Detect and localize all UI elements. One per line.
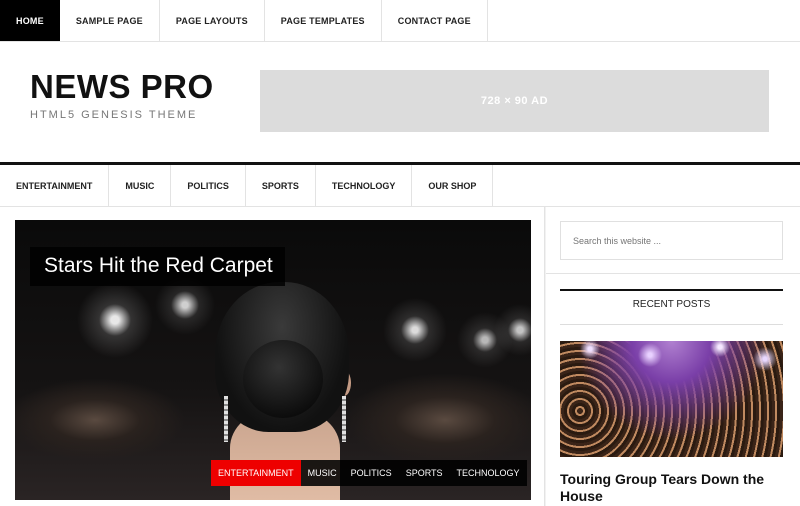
top-nav-item-home[interactable]: HOME xyxy=(0,0,60,41)
slide-image-detail xyxy=(342,396,346,442)
category-nav-item-music[interactable]: MUSIC xyxy=(109,165,172,206)
site-title[interactable]: NEWS PRO xyxy=(30,68,214,106)
main-content: Stars Hit the Red Carpet ENTERTAINMENT M… xyxy=(0,207,545,506)
top-navigation: HOME SAMPLE PAGE PAGE LAYOUTS PAGE TEMPL… xyxy=(0,0,800,42)
category-nav-item-technology[interactable]: TECHNOLOGY xyxy=(316,165,413,206)
sidebar-divider xyxy=(546,273,800,274)
recent-posts-rule xyxy=(560,324,783,325)
site-header: NEWS PRO HTML5 GENESIS THEME 728 × 90 AD xyxy=(0,42,800,162)
recent-posts-heading: RECENT POSTS xyxy=(632,299,711,310)
slide-image-detail xyxy=(243,340,323,418)
recent-posts-top-rule xyxy=(560,289,783,291)
slide-tag-music[interactable]: MUSIC xyxy=(300,460,344,486)
sidebar: RECENT POSTS Touring Group Tears Down th… xyxy=(546,207,800,506)
top-nav-item-page-layouts[interactable]: PAGE LAYOUTS xyxy=(160,0,265,41)
slide-category-tags: ENTERTAINMENT MUSIC POLITICS SPORTS TECH… xyxy=(211,460,527,486)
category-nav-item-sports[interactable]: SPORTS xyxy=(246,165,316,206)
slide-tag-politics[interactable]: POLITICS xyxy=(343,460,399,486)
slide-image-detail xyxy=(224,396,228,442)
category-nav-item-entertainment[interactable]: ENTERTAINMENT xyxy=(0,165,110,206)
ad-banner[interactable]: 728 × 90 AD xyxy=(260,70,769,132)
top-nav-item-page-templates[interactable]: PAGE TEMPLATES xyxy=(265,0,382,41)
site-description: HTML5 GENESIS THEME xyxy=(30,109,198,121)
category-nav-item-politics[interactable]: POLITICS xyxy=(171,165,246,206)
category-nav-item-our-shop[interactable]: OUR SHOP xyxy=(412,165,494,206)
category-navigation: ENTERTAINMENT MUSIC POLITICS SPORTS TECH… xyxy=(0,165,800,207)
top-nav-item-sample-page[interactable]: SAMPLE PAGE xyxy=(60,0,160,41)
featured-slider[interactable]: Stars Hit the Red Carpet ENTERTAINMENT M… xyxy=(15,220,531,500)
slide-title[interactable]: Stars Hit the Red Carpet xyxy=(30,247,285,286)
recent-post-title[interactable]: Touring Group Tears Down the House xyxy=(560,471,790,505)
slide-tag-technology[interactable]: TECHNOLOGY xyxy=(449,460,527,486)
top-nav-item-contact-page[interactable]: CONTACT PAGE xyxy=(382,0,488,41)
slide-tag-sports[interactable]: SPORTS xyxy=(398,460,450,486)
slide-tag-entertainment[interactable]: ENTERTAINMENT xyxy=(211,460,301,486)
recent-post-thumbnail[interactable] xyxy=(560,341,783,457)
search-input[interactable] xyxy=(560,221,783,260)
